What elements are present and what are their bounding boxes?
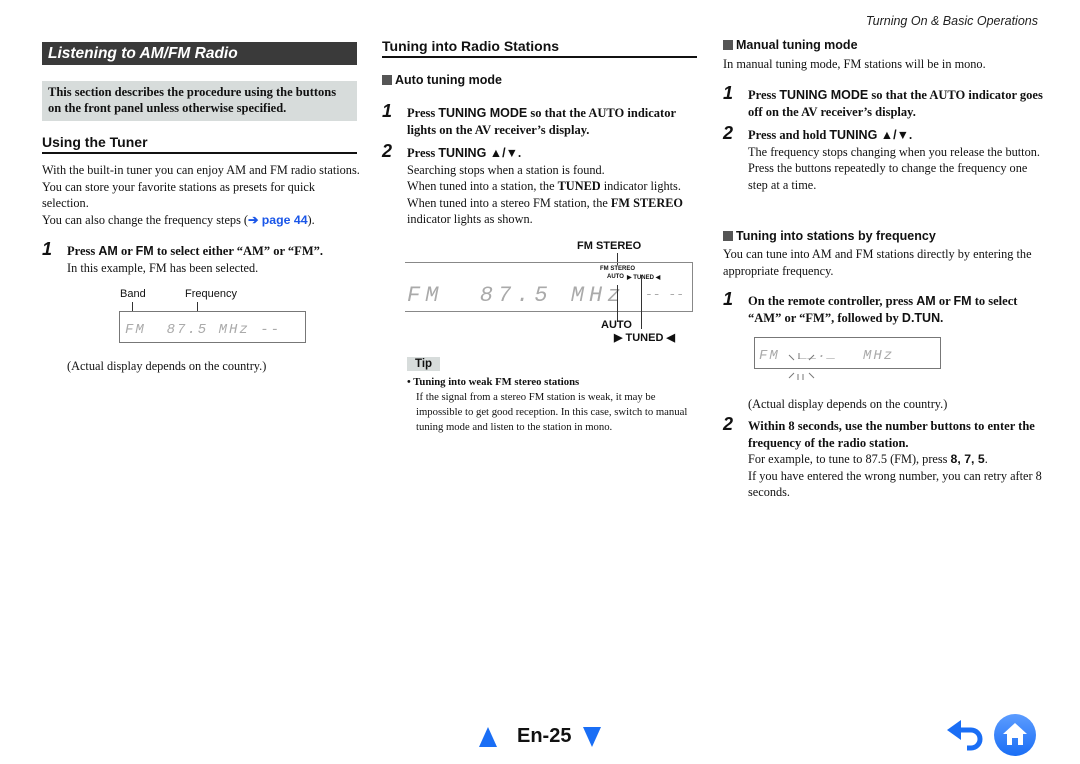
tip-bullet-title: • Tuning into weak FM stereo stations — [407, 376, 580, 388]
running-head: Turning On & Basic Operations — [865, 14, 1038, 28]
display-frequency: FM 87.5 MHz — [407, 283, 626, 308]
step-title: Within 8 seconds, use the number buttons… — [748, 419, 1035, 450]
tuner-display: FM 87.5 MHz -- — [119, 311, 306, 343]
text: ). — [307, 212, 315, 227]
step-body-1: Searching stops when a station is found. — [407, 162, 605, 177]
sub-title-manual: Manual tuning mode — [723, 38, 858, 52]
display-band: FM — [759, 348, 780, 364]
auto-callout: AUTO — [601, 319, 632, 331]
tip-label: Tip — [407, 357, 441, 371]
section-title-tuning: Tuning into Radio Stations — [382, 38, 697, 58]
step-number: 2 — [723, 123, 734, 143]
left-step-1: 1 Press AM or FM to select either “AM” o… — [42, 239, 362, 276]
home-button[interactable] — [993, 713, 1037, 757]
intro-text-2: You can also change the frequency steps … — [42, 212, 360, 229]
step-number: 2 — [382, 141, 393, 161]
step-number: 1 — [382, 101, 393, 121]
square-bullet-icon — [382, 75, 392, 85]
display-dashes: -- -- — [645, 287, 685, 302]
direct-display-caption: (Actual display depends on the country.) — [748, 397, 948, 411]
intro-text: With the built-in tuner you can enjoy AM… — [42, 163, 360, 210]
step-body-2: If you have entered the wrong number, yo… — [748, 468, 1042, 500]
intro-paragraph: With the built-in tuner you can enjoy AM… — [42, 162, 360, 228]
step-body-2: Press the buttons repeatedly to change t… — [748, 161, 1028, 192]
triangle-up-icon — [479, 727, 497, 747]
auto-indicator: AUTO — [607, 274, 624, 280]
step-body: In this example, FM has been selected. — [67, 260, 259, 275]
square-bullet-icon — [723, 40, 733, 50]
step-title: On the remote controller, press AM or FM… — [748, 294, 1018, 325]
return-arrow-icon — [947, 720, 983, 751]
triangle-down-icon — [583, 727, 601, 747]
sub-title-direct: Tuning into stations by frequency — [723, 229, 936, 243]
sub-title-auto: Auto tuning mode — [382, 73, 502, 87]
step-number: 1 — [42, 239, 53, 259]
direct-step-2: 2 Within 8 seconds, use the number butto… — [723, 414, 1043, 501]
step-body-1: The frequency stops changing when you re… — [748, 144, 1040, 159]
direct-intro: You can tune into AM and FM stations dir… — [723, 247, 1032, 278]
section-title-using-tuner: Using the Tuner — [42, 134, 357, 154]
page-number: En-25 — [517, 725, 572, 747]
manual-step-2: 2 Press and hold TUNING ▲/▼. The frequen… — [723, 123, 1043, 193]
display-caption: (Actual display depends on the country.) — [67, 359, 267, 373]
receiver-display: FM STEREO AUTO ▶ TUNED ◀ FM 87.5 MHz -- … — [405, 262, 693, 312]
step-number: 1 — [723, 289, 734, 309]
tip-content: • Tuning into weak FM stereo stations If… — [407, 375, 697, 435]
manual-step-1: 1 Press TUNING MODE so that the AUTO ind… — [723, 83, 1043, 120]
note-box: This section describes the procedure usi… — [42, 81, 357, 121]
auto-callout-line — [617, 285, 618, 322]
text: You can also change the frequency steps … — [42, 212, 249, 227]
step-number: 1 — [723, 83, 734, 103]
chapter-title: Listening to AM/FM Radio — [42, 42, 357, 65]
tuned-callout-line — [641, 275, 642, 329]
next-page-button[interactable] — [582, 726, 602, 748]
step-title: Press TUNING MODE so that the AUTO indic… — [748, 88, 1043, 119]
step-body-1: For example, to tune to 87.5 (FM), press… — [748, 452, 988, 466]
direct-step-1: 1 On the remote controller, press AM or … — [723, 289, 1043, 326]
frequency-label: Frequency — [185, 288, 237, 300]
fm-stereo-callout: FM STEREO — [577, 240, 642, 252]
step-body-2: When tuned into a station, the TUNED ind… — [407, 179, 683, 226]
tuned-indicator: ▶ TUNED ◀ — [627, 275, 661, 281]
band-label: Band — [120, 288, 146, 300]
auto-step-1: 1 Press TUNING MODE so that the AUTO ind… — [382, 101, 702, 138]
tip-bullet-body: If the signal from a stereo FM station i… — [416, 391, 688, 433]
direct-tuning-display: FM __._ MHz — [754, 337, 941, 369]
back-button[interactable] — [945, 718, 985, 752]
step-number: 2 — [723, 414, 734, 434]
auto-step-2: 2 Press TUNING ▲/▼. Searching stops when… — [382, 141, 702, 228]
fm-stereo-indicator: FM STEREO — [600, 266, 636, 272]
step-title: Press TUNING MODE so that the AUTO indic… — [407, 106, 676, 137]
display-text: FM 87.5 MHz -- — [125, 322, 282, 338]
blink-indicator-icon — [788, 353, 815, 380]
display-unit: MHz — [863, 348, 895, 364]
step-title: Press AM or FM to select either “AM” or … — [67, 244, 323, 258]
step-title: Press and hold TUNING ▲/▼. — [748, 128, 913, 142]
manual-intro: In manual tuning mode, FM stations will … — [723, 57, 986, 71]
tuned-callout: ▶ TUNED ◀ — [614, 332, 675, 344]
previous-page-button[interactable] — [478, 726, 498, 748]
square-bullet-icon — [723, 231, 733, 241]
step-title: Press TUNING ▲/▼. — [407, 146, 522, 160]
page-44-link[interactable]: ➔ page 44 — [248, 213, 308, 227]
